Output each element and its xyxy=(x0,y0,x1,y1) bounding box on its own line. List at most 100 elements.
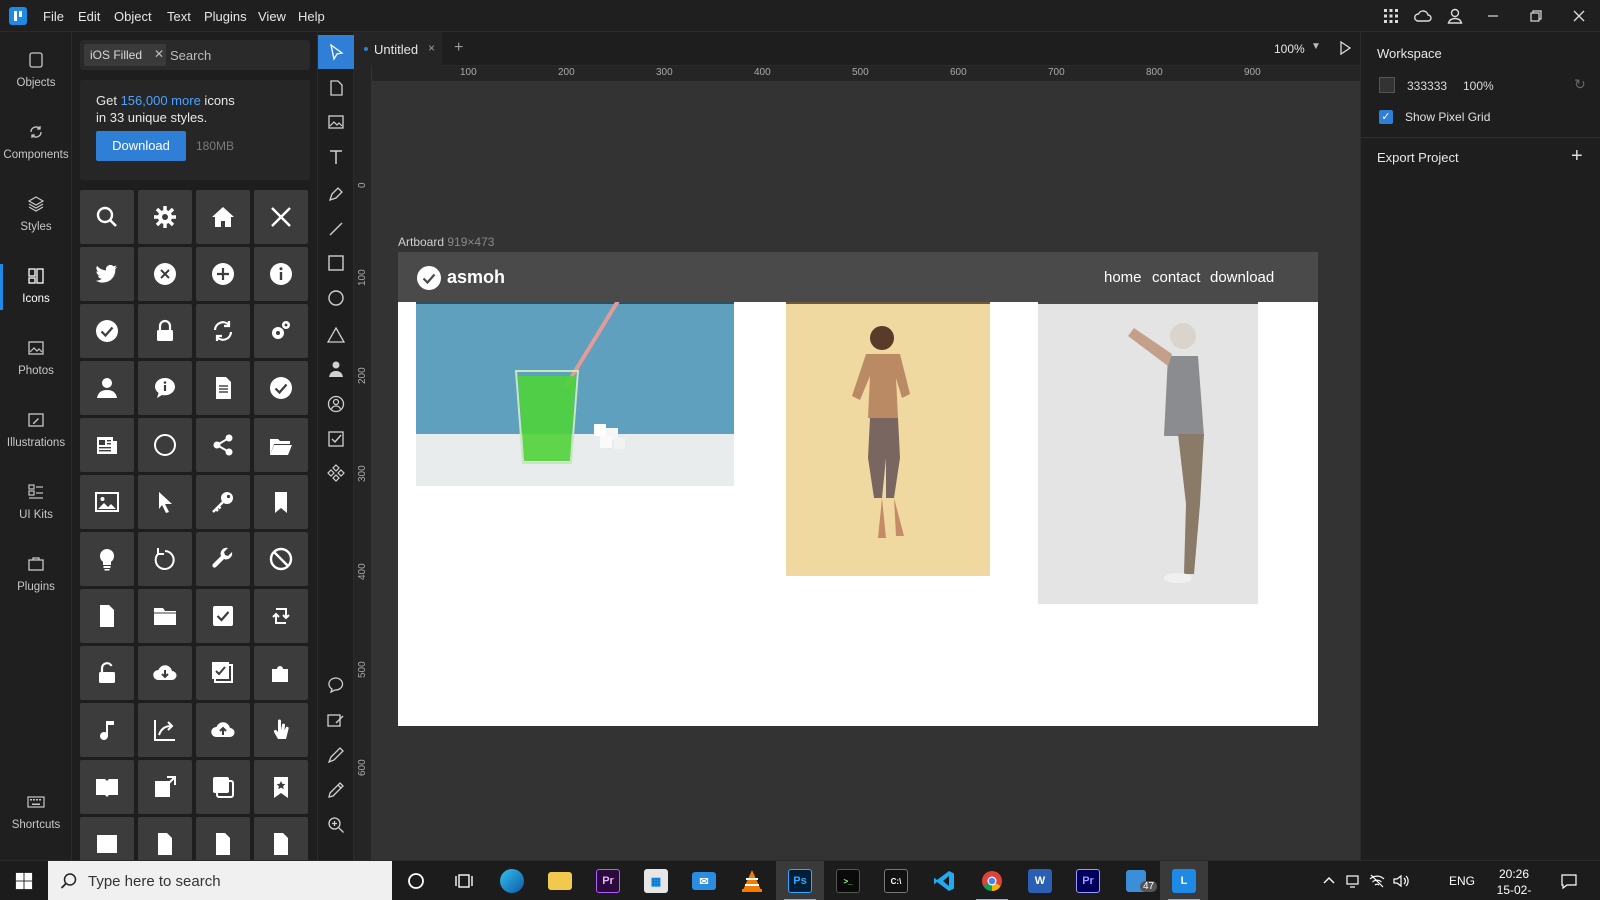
open-book-icon[interactable] xyxy=(80,760,134,814)
edge-browser-icon[interactable] xyxy=(488,861,536,900)
nav-icons[interactable]: Icons xyxy=(0,258,72,324)
add-tab-button[interactable]: + xyxy=(454,39,463,57)
menu-object[interactable]: Object xyxy=(114,9,152,24)
file-icon[interactable] xyxy=(80,589,134,643)
menu-edit[interactable]: Edit xyxy=(78,9,100,24)
info-icon[interactable] xyxy=(254,247,308,301)
info-bubble-icon[interactable] xyxy=(138,361,192,415)
image-tool-icon[interactable] xyxy=(318,105,354,139)
menu-help[interactable]: Help xyxy=(298,9,325,24)
checkmark-circle-icon[interactable] xyxy=(80,304,134,358)
line-tool-icon[interactable] xyxy=(318,212,354,246)
photo-green-drink[interactable] xyxy=(416,276,734,486)
circle-icon[interactable] xyxy=(138,418,192,472)
chevron-down-icon[interactable]: ▼ xyxy=(1311,41,1321,52)
chrome-icon[interactable] xyxy=(968,861,1016,900)
nav-styles[interactable]: Styles xyxy=(0,186,72,252)
comment-tool-icon[interactable] xyxy=(318,668,354,702)
cloud-upload-icon[interactable] xyxy=(196,703,250,757)
volume-icon[interactable] xyxy=(1392,872,1410,890)
site-link-contact[interactable]: contact xyxy=(1152,269,1200,286)
copy-icon[interactable] xyxy=(196,760,250,814)
edit-tool-icon[interactable] xyxy=(318,703,354,737)
workspace-color-value[interactable]: 333333 xyxy=(1407,79,1447,93)
wrench-icon[interactable] xyxy=(196,532,250,586)
pixel-grid-label[interactable]: Show Pixel Grid xyxy=(1405,110,1490,124)
newspaper-icon[interactable] xyxy=(80,418,134,472)
terminal-app-icon[interactable]: >_ xyxy=(824,861,872,900)
close-tab-icon[interactable]: × xyxy=(428,41,435,55)
cloud-download-icon[interactable] xyxy=(138,646,192,700)
chevron-up-icon[interactable] xyxy=(1320,872,1338,890)
block-icon[interactable] xyxy=(254,532,308,586)
key-icon[interactable] xyxy=(196,475,250,529)
rectangle-tool-icon[interactable] xyxy=(318,246,354,280)
gear-icon[interactable] xyxy=(138,190,192,244)
download-button[interactable]: Download xyxy=(96,131,186,161)
checkbox-tool-icon[interactable] xyxy=(318,422,354,456)
artboard[interactable]: asmoh home contact download xyxy=(398,252,1318,726)
add-export-icon[interactable]: + xyxy=(1571,145,1583,168)
verified-check-icon[interactable] xyxy=(254,361,308,415)
zoom-tool-icon[interactable] xyxy=(318,808,354,842)
menu-plugins[interactable]: Plugins xyxy=(204,9,247,24)
nav-illustrations[interactable]: Illustrations xyxy=(0,402,72,468)
ellipse-tool-icon[interactable] xyxy=(318,281,354,315)
notifications-icon[interactable] xyxy=(1560,872,1578,890)
bookmark-star-icon[interactable] xyxy=(254,760,308,814)
lightbulb-icon[interactable] xyxy=(80,532,134,586)
menu-file[interactable]: File xyxy=(43,9,64,24)
site-link-download[interactable]: download xyxy=(1210,269,1274,286)
settings-gears-icon[interactable] xyxy=(254,304,308,358)
bookmark-icon[interactable] xyxy=(254,475,308,529)
share-chart-icon[interactable] xyxy=(138,703,192,757)
file-minus-icon[interactable] xyxy=(254,817,308,860)
cortana-icon[interactable] xyxy=(392,861,440,900)
open-folder-icon[interactable] xyxy=(254,418,308,472)
vlc-icon[interactable] xyxy=(728,861,776,900)
design-canvas[interactable]: Artboard 919×473 asmoh home contact down… xyxy=(372,82,1360,860)
sync-icon[interactable] xyxy=(254,589,308,643)
select-tool-icon[interactable] xyxy=(318,35,354,69)
cancel-circle-icon[interactable] xyxy=(138,247,192,301)
twitter-icon[interactable] xyxy=(80,247,134,301)
nav-photos[interactable]: Photos xyxy=(0,330,72,396)
checkbox-checked-icon[interactable] xyxy=(196,589,250,643)
play-prototype-icon[interactable] xyxy=(1337,40,1353,59)
unlock-icon[interactable] xyxy=(80,646,134,700)
user-icon[interactable] xyxy=(1445,6,1465,26)
hand-pointer-icon[interactable] xyxy=(254,703,308,757)
close-icon[interactable] xyxy=(254,190,308,244)
nav-objects[interactable]: Objects xyxy=(0,42,72,108)
cloud-icon[interactable] xyxy=(1413,6,1433,26)
cursor-icon[interactable] xyxy=(138,475,192,529)
mail-icon[interactable]: ✉ xyxy=(680,861,728,900)
file-remove-icon[interactable] xyxy=(138,817,192,860)
word-icon[interactable]: W xyxy=(1016,861,1064,900)
nav-shortcuts[interactable]: Shortcuts xyxy=(0,784,72,850)
task-view-icon[interactable] xyxy=(440,861,488,900)
text-tool-icon[interactable] xyxy=(318,140,354,174)
search-icon[interactable] xyxy=(80,190,134,244)
menu-view[interactable]: View xyxy=(258,9,286,24)
folder-icon[interactable] xyxy=(138,589,192,643)
lunacy-taskbar-icon[interactable]: L xyxy=(1160,861,1208,900)
vscode-icon[interactable] xyxy=(920,861,968,900)
avatar-tool-icon[interactable] xyxy=(318,352,354,386)
eyedropper-tool-icon[interactable] xyxy=(318,773,354,807)
input-language[interactable]: ENG xyxy=(1449,874,1475,888)
external-link-icon[interactable] xyxy=(138,760,192,814)
home-icon[interactable] xyxy=(196,190,250,244)
restore-icon[interactable] xyxy=(1526,6,1546,26)
user-card-icon[interactable] xyxy=(80,817,134,860)
notes-app-icon[interactable]: 47 xyxy=(1112,861,1160,900)
photoshop-icon[interactable]: Ps xyxy=(776,861,824,900)
refresh-icon[interactable] xyxy=(196,304,250,358)
taskbar-search-input[interactable] xyxy=(88,870,378,892)
minimize-icon[interactable] xyxy=(1483,6,1503,26)
pencil-tool-icon[interactable] xyxy=(318,738,354,772)
component-tool-icon[interactable] xyxy=(318,456,354,490)
ms-store-icon[interactable]: ▦ xyxy=(632,861,680,900)
pen-tool-icon[interactable] xyxy=(318,177,354,211)
menu-text[interactable]: Text xyxy=(167,9,191,24)
